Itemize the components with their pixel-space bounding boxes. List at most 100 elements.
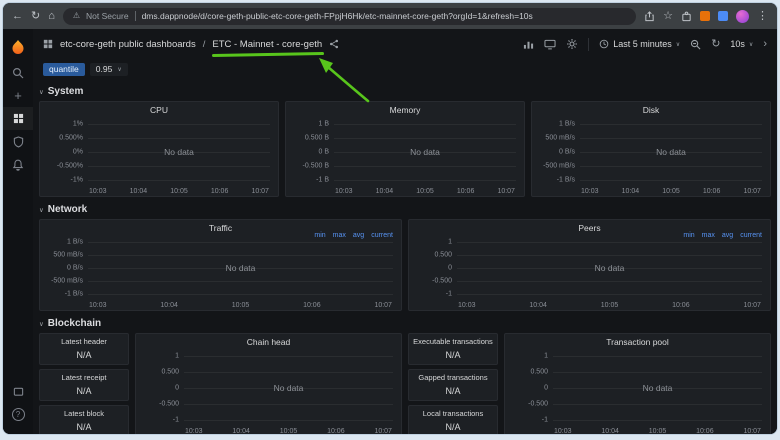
panel-memory: Memory1 B0.500 B0 B-0.500 B-1 BNo data10…: [285, 101, 525, 197]
panel-latest-block: Latest blockN/A: [39, 405, 129, 434]
x-axis: 10:0310:0410:0510:0610:07: [334, 184, 516, 195]
no-data-label: No data: [643, 383, 673, 393]
kiosk-chevron-icon[interactable]: ›: [763, 39, 767, 50]
legend-stat-min[interactable]: min: [683, 232, 694, 239]
x-axis-tick-label: 10:06: [672, 302, 690, 309]
x-axis-tick-label: 10:04: [130, 188, 148, 195]
y-axis-tick-label: 0.500: [530, 369, 548, 376]
legend-stat-min[interactable]: min: [314, 232, 325, 239]
gridline: [553, 356, 762, 357]
y-axis-tick-label: 0.500: [161, 369, 179, 376]
plugins-shield-icon[interactable]: [3, 130, 33, 153]
row-header-blockchain[interactable]: ∨ Blockchain: [39, 316, 771, 331]
panel-title[interactable]: Latest header: [40, 334, 128, 347]
zoom-out-icon[interactable]: [690, 39, 701, 50]
grafana-logo[interactable]: [3, 35, 33, 59]
extension-badge-blue[interactable]: [718, 11, 728, 21]
y-axis-tick-label: -1 B: [316, 177, 329, 184]
address-bar[interactable]: ⚠ Not Secure dms.dappnode/d/core-geth-pu…: [63, 8, 636, 25]
refresh-interval-select[interactable]: 10s ∨: [730, 39, 753, 49]
y-axis-tick-label: -500 mB/s: [543, 163, 575, 170]
create-plus-icon[interactable]: +: [3, 84, 33, 107]
tv-mode-icon[interactable]: [544, 39, 556, 50]
extension-badge-orange[interactable]: [700, 11, 710, 21]
x-axis: 10:0310:0410:0510:0610:07: [184, 424, 393, 434]
no-data-label: No data: [410, 147, 440, 157]
legend-stat-max[interactable]: max: [702, 232, 715, 239]
graph-body: 1 B/s500 mB/s0 B/s-500 mB/s-1 B/s No data…: [40, 234, 401, 310]
refresh-button[interactable]: ↻: [711, 39, 720, 50]
grafana-sidebar: +: [3, 29, 33, 434]
variable-value-dropdown[interactable]: 0.95 ∨: [90, 63, 128, 76]
search-icon[interactable]: [3, 61, 33, 84]
panel-latest-header: Latest headerN/A: [39, 333, 129, 365]
browser-window: ← ↻ ⌂ ⚠ Not Secure dms.dappnode/d/core-g…: [3, 3, 777, 434]
gridline: [580, 124, 762, 125]
dashboard-settings-icon[interactable]: [566, 38, 578, 50]
panel-title[interactable]: Gapped transactions: [409, 370, 497, 383]
panel-title[interactable]: Disk: [532, 102, 770, 116]
gridline: [184, 420, 393, 421]
gridline: [88, 180, 270, 181]
panels-square-icon[interactable]: [3, 380, 33, 403]
x-axis-tick-label: 10:03: [458, 302, 476, 309]
share-icon[interactable]: [644, 11, 655, 22]
stat-stack-left: Latest headerN/A Latest receiptN/A Lates…: [39, 333, 129, 434]
panel-title[interactable]: Memory: [286, 102, 524, 116]
breadcrumb-folder[interactable]: etc-core-geth public dashboards: [60, 39, 196, 50]
panel-title[interactable]: Latest block: [40, 406, 128, 419]
y-axis-tick-label: 0.500 B: [305, 135, 329, 142]
bookmark-star-icon[interactable]: ☆: [663, 11, 673, 22]
y-axis-tick-label: 0: [544, 385, 548, 392]
plot-area: No dataminmaxavgcurrent: [457, 236, 762, 298]
y-axis-tick-label: 0 B: [318, 149, 329, 156]
legend-stat-current[interactable]: current: [371, 232, 393, 239]
x-axis-tick-label: 10:06: [303, 302, 321, 309]
x-axis-tick-label: 10:07: [497, 188, 515, 195]
share-dashboard-icon[interactable]: [329, 39, 339, 49]
x-axis-tick-label: 10:06: [457, 188, 475, 195]
gridline: [457, 255, 762, 256]
panel-title[interactable]: Transaction pool: [505, 334, 770, 348]
legend-stat-current[interactable]: current: [740, 232, 762, 239]
time-range-picker[interactable]: Last 5 minutes ∨: [599, 39, 680, 49]
legend: min maxavg current: [314, 232, 393, 239]
help-icon[interactable]: ?: [3, 403, 33, 426]
profile-avatar[interactable]: [736, 10, 749, 23]
x-axis-tick-label: 10:04: [376, 188, 394, 195]
gridline: [88, 242, 393, 243]
panel-title[interactable]: Executable transactions: [409, 334, 497, 347]
legend-stat-max[interactable]: max: [333, 232, 346, 239]
panel-title[interactable]: Latest receipt: [40, 370, 128, 383]
x-axis-tick-label: 10:06: [327, 428, 345, 434]
panel-title[interactable]: CPU: [40, 102, 278, 116]
reload-icon[interactable]: ↻: [31, 11, 40, 22]
back-icon[interactable]: ←: [12, 11, 23, 22]
extensions-puzzle-icon[interactable]: [681, 11, 692, 22]
variable-label: quantile: [43, 63, 85, 76]
y-axis: 1 B/s500 mB/s0 B/s-500 mB/s-1 B/s: [42, 236, 88, 298]
x-axis-tick-label: 10:04: [622, 188, 640, 195]
breadcrumb-dashboard-name[interactable]: ETC - Mainnet - core-geth: [212, 39, 322, 50]
x-axis-tick-label: 10:07: [374, 428, 392, 434]
no-data-label: No data: [226, 263, 256, 273]
grafana-main: etc-core-geth public dashboards / ETC - …: [33, 29, 777, 434]
dashboard-canvas: ∨ System CPU1%0.500%0%-0.500%-1%No data1…: [33, 79, 777, 434]
x-axis-tick-label: 10:06: [703, 188, 721, 195]
gridline: [580, 166, 762, 167]
panel-title[interactable]: Chain head: [136, 334, 401, 348]
add-panel-icon[interactable]: [523, 39, 534, 50]
home-icon[interactable]: ⌂: [48, 11, 55, 22]
browser-menu-icon[interactable]: ⋮: [757, 11, 768, 22]
x-axis-tick-label: 10:03: [335, 188, 353, 195]
dashboards-grid-icon[interactable]: [3, 107, 33, 130]
legend-stat-avg[interactable]: avg: [353, 232, 364, 239]
alerting-bell-icon[interactable]: [3, 153, 33, 176]
panel-title[interactable]: Local transactions: [409, 406, 497, 419]
graph-body: 10.5000-0.500-1No dataminmaxavgcurrent10…: [409, 234, 770, 310]
row-header-system[interactable]: ∨ System: [39, 84, 771, 99]
row-header-network[interactable]: ∨ Network: [39, 202, 771, 217]
x-axis: 10:0310:0410:0510:0610:07: [553, 424, 762, 434]
legend-stat-avg[interactable]: avg: [722, 232, 733, 239]
panel-peers: Peers10.5000-0.500-1No dataminmaxavgcurr…: [408, 219, 771, 311]
